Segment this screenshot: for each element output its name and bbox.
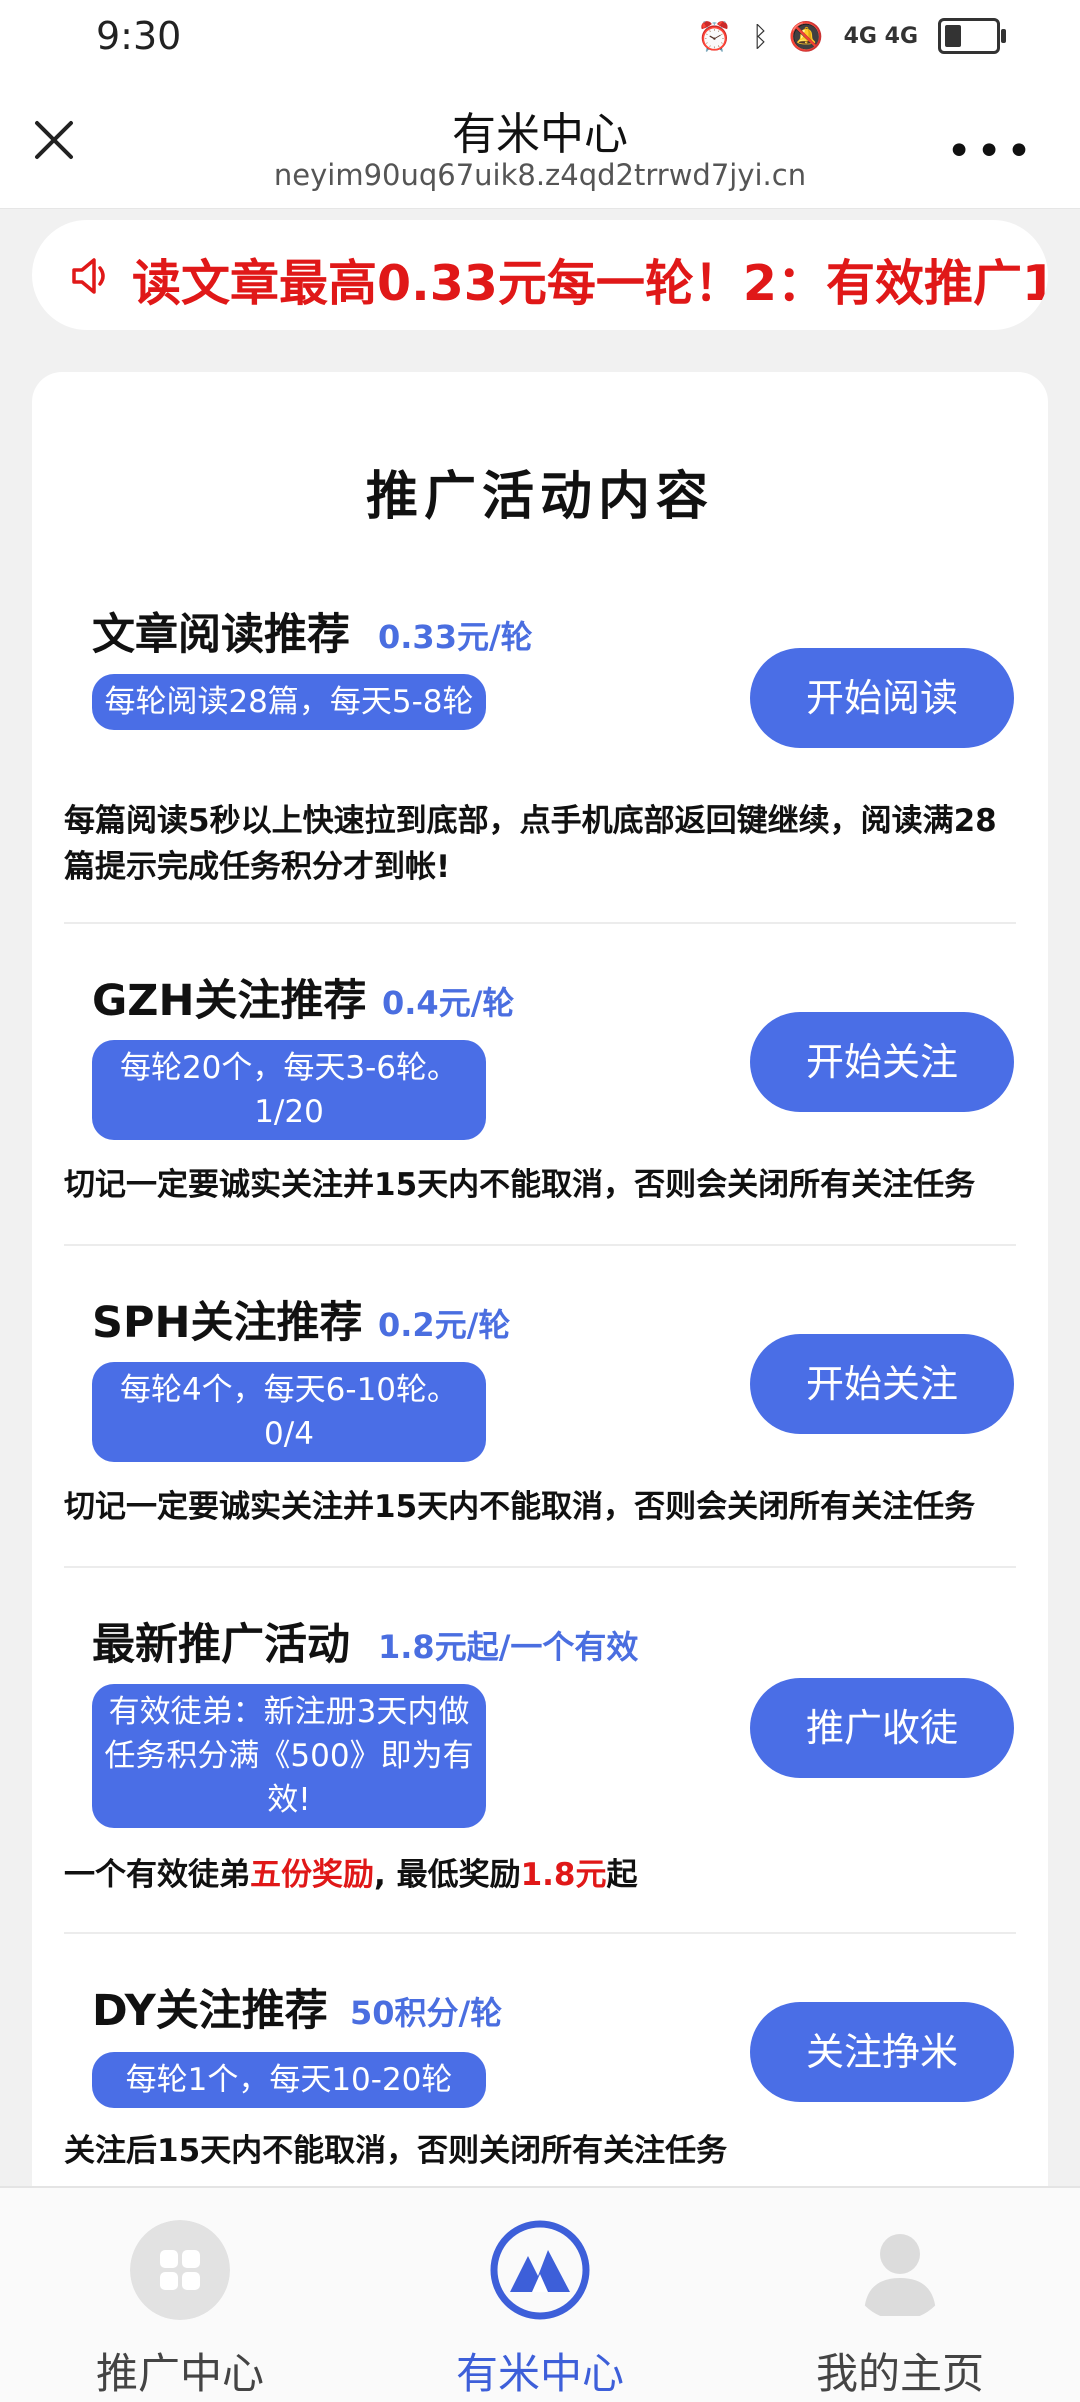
speaker-icon [72,258,105,294]
item-tag: 每轮阅读28篇，每天5-8轮 [92,674,486,730]
divider [64,922,1016,924]
page-title: 有米中心 [452,109,628,160]
follow-dy-button[interactable]: 关注挣米 [750,2002,1014,2102]
tab-label: 推广中心 [95,2349,264,2398]
desc-highlight: 五份奖励 [250,1857,374,1893]
status-icons: ⏰ ᛒ 🔕 4G 4G [697,18,1006,54]
item-description: 一个有效徒弟五份奖励, 最低奖励1.8元起 [64,1852,1024,1898]
alarm-icon: ⏰ [697,19,732,53]
activity-card: 推广活动内容 文章阅读推荐 0.33元/轮 每轮阅读28篇，每天5-8轮 开始阅… [32,372,1048,2402]
item-description: 每篇阅读5秒以上快速拉到底部，点手机底部返回键继续，阅读满28篇提示完成任务积分… [64,803,997,885]
divider [64,1932,1016,1934]
item-name: DY关注推荐 [92,1986,328,2036]
item-price: 0.33元/轮 [378,618,533,656]
signal-icon: 4G 4G [843,23,918,49]
card-title: 推广活动内容 [365,467,714,527]
recruit-button[interactable]: 推广收徒 [750,1678,1014,1778]
status-time: 9:30 [96,14,182,58]
item-price: 1.8元起/一个有效 [378,1628,639,1666]
item-tag: 有效徒弟：新注册3天内做任务积分满《500》即为有效! [92,1684,486,1828]
user-icon [864,2234,936,2316]
item-name: SPH关注推荐 [92,1298,363,1348]
divider [64,1566,1016,1568]
item-description: 切记一定要诚实关注并15天内不能取消，否则会关闭所有关注任务 [64,1167,976,1203]
title-bar: 有米中心 neyim90uq67uik8.z4qd2trrwd7jyi.cn •… [0,80,1080,209]
bluetooth-icon: ᛒ [751,19,769,53]
battery-icon [938,18,1006,54]
desc-highlight: 1.8元 [520,1857,607,1893]
logo-icon [490,2220,590,2320]
item-name: GZH关注推荐 [92,976,367,1026]
follow-sph-button[interactable]: 开始关注 [750,1334,1014,1434]
status-bar: 9:30 ⏰ ᛒ 🔕 4G 4G [0,0,1080,80]
tab-label: 有米中心 [455,2349,624,2398]
desc-text: 一个有效徒弟 [64,1857,250,1893]
desc-text: 起 [606,1857,638,1893]
grid-icon [130,2220,230,2320]
follow-gzh-button[interactable]: 开始关注 [750,1012,1014,1112]
mute-icon: 🔕 [788,19,824,53]
item-tag: 每轮20个，每天3-6轮。1/20 [92,1040,486,1140]
item-tag: 每轮1个，每天10-20轮 [92,2052,486,2108]
divider [64,1244,1016,1246]
item-description: 关注后15天内不能取消，否则关闭所有关注任务 [64,2133,728,2169]
notice-banner: 读文章最高0.33元每一轮！2：有效推广1 [32,220,1048,330]
page-url: neyim90uq67uik8.z4qd2trrwd7jyi.cn [273,158,807,192]
item-price: 50积分/轮 [350,1994,503,2032]
notice-text: 读文章最高0.33元每一轮！2：有效推广1 [132,255,1048,312]
tab-label: 我的主页 [815,2349,984,2398]
item-price: 0.4元/轮 [382,984,515,1022]
bottom-tab-bar: 推广中心 有米中心 我的主页 [0,2186,1080,2402]
item-description: 切记一定要诚实关注并15天内不能取消，否则会关闭所有关注任务 [64,1489,976,1525]
desc-text: , 最低奖励 [374,1857,521,1893]
item-name: 文章阅读推荐 [92,610,350,660]
item-name: 最新推广活动 [92,1620,350,1670]
more-menu-icon[interactable]: ••• [946,126,1036,177]
item-price: 0.2元/轮 [378,1306,511,1344]
item-tag: 每轮4个，每天6-10轮。0/4 [92,1362,486,1462]
start-reading-button[interactable]: 开始阅读 [750,648,1014,748]
